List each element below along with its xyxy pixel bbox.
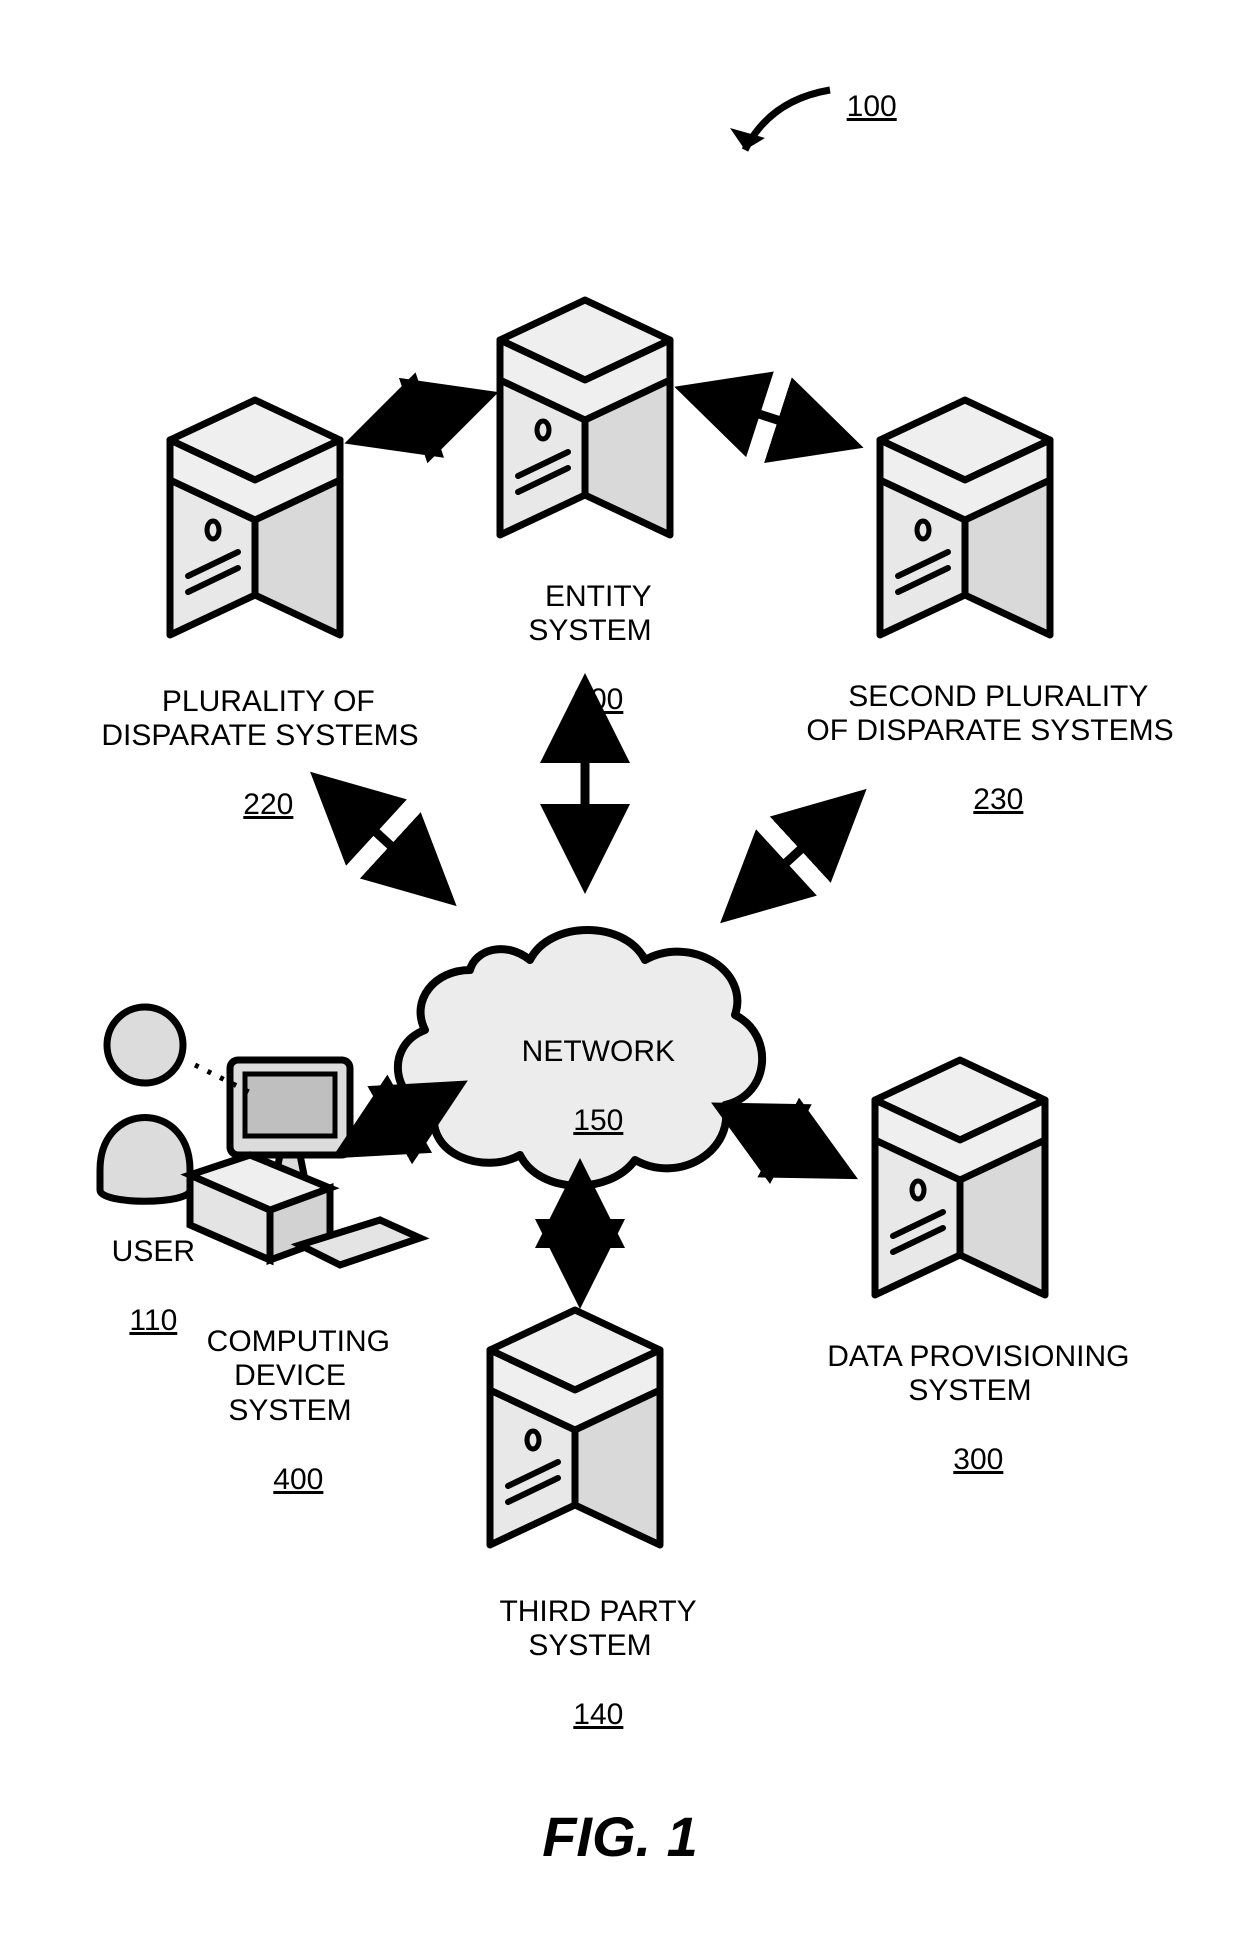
disparate1-label: PLURALITY OF DISPARATE SYSTEMS: [101, 685, 418, 753]
thirdparty-ref: 140: [573, 1698, 623, 1731]
thirdparty-label: THIRD PARTY SYSTEM: [499, 1595, 696, 1663]
disparate-systems-server-icon: [170, 400, 340, 635]
overall-ref-arrow-icon: [730, 90, 830, 150]
disparate1-ref: 220: [243, 788, 293, 821]
entity-system-server-icon: [500, 300, 670, 535]
user-icon: [100, 1007, 190, 1201]
disparate2-label: SECOND PLURALITY OF DISPARATE SYSTEMS: [806, 680, 1173, 748]
computing-label: COMPUTING DEVICE SYSTEM: [207, 1325, 390, 1427]
computing-device-icon: [190, 1060, 420, 1265]
computing-ref: 400: [273, 1463, 323, 1496]
provisioning-label: DATA PROVISIONING SYSTEM: [827, 1340, 1129, 1408]
arrow-network-provision: [735, 1115, 850, 1175]
overall-ref: 100: [847, 90, 897, 123]
figure-caption: FIG. 1: [480, 1805, 760, 1869]
provisioning-ref: 300: [953, 1443, 1003, 1476]
network-ref: 150: [573, 1104, 623, 1137]
network-label: NETWORK: [522, 1035, 675, 1068]
arrow-entity-disparate1: [370, 395, 490, 435]
arrow-entity-disparate2: [700, 395, 855, 445]
second-disparate-server-icon: [880, 400, 1050, 635]
data-provisioning-server-icon: [875, 1060, 1045, 1295]
user-label: USER: [112, 1235, 195, 1268]
entity-system-label: ENTITY SYSTEM: [528, 580, 651, 648]
disparate2-ref: 230: [973, 783, 1023, 816]
third-party-server-icon: [490, 1310, 660, 1545]
entity-system-ref: 200: [573, 683, 623, 716]
